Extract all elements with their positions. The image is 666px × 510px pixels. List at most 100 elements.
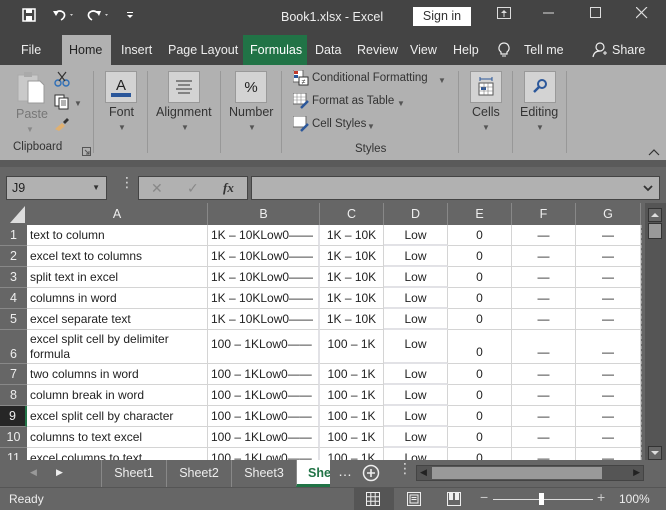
row-header[interactable]: 8: [0, 385, 27, 406]
page-break-view-icon[interactable]: [447, 492, 461, 509]
cell-a7[interactable]: two columns in word: [27, 364, 208, 385]
zoom-slider-thumb[interactable]: [539, 493, 544, 505]
save-icon[interactable]: [22, 8, 36, 25]
cell-e8[interactable]: 0: [448, 385, 512, 406]
cell-b8[interactable]: 100 – 1KLow0——: [208, 385, 320, 406]
cell-d3[interactable]: Low: [384, 267, 448, 288]
cell-g3[interactable]: —: [576, 267, 641, 288]
cell-d11[interactable]: Low: [384, 448, 448, 460]
cell-d8[interactable]: Low: [384, 385, 448, 406]
vertical-scroll-thumb[interactable]: [648, 223, 662, 239]
cell-f9[interactable]: —: [512, 406, 576, 427]
split-handle-icon[interactable]: ⋮: [398, 461, 412, 475]
cell-d10[interactable]: Low: [384, 427, 448, 448]
tab-data[interactable]: Data: [308, 35, 348, 65]
cell-a2[interactable]: excel text to columns: [27, 246, 208, 267]
scroll-left-button[interactable]: ◀: [420, 467, 427, 478]
cell-a1[interactable]: text to column: [27, 225, 208, 246]
cells-button-icon[interactable]: [470, 71, 502, 103]
expand-formula-bar-icon[interactable]: [643, 181, 653, 195]
cell-a4[interactable]: columns in word: [27, 288, 208, 309]
sheet-tab-3[interactable]: Sheet3: [231, 460, 296, 487]
cell-f6[interactable]: —: [512, 330, 576, 364]
cell-d4[interactable]: Low: [384, 288, 448, 309]
cell-b6[interactable]: 100 – 1KLow0——: [208, 330, 320, 364]
tab-page-layout[interactable]: Page Layout: [161, 35, 245, 65]
column-header-c[interactable]: C: [320, 203, 384, 225]
row-header[interactable]: 4: [0, 288, 27, 309]
cell-e4[interactable]: 0: [448, 288, 512, 309]
cell-g7[interactable]: —: [576, 364, 641, 385]
collapse-ribbon-icon[interactable]: [648, 145, 660, 159]
cell-e6[interactable]: 0: [448, 330, 512, 364]
cell-f7[interactable]: —: [512, 364, 576, 385]
next-sheet-icon[interactable]: ▶: [56, 467, 63, 478]
copy-dropdown-icon[interactable]: ▼: [74, 99, 82, 108]
cell-b11[interactable]: 100 – 1KLow0——: [208, 448, 320, 460]
enter-checkmark-icon[interactable]: ✓: [187, 180, 199, 197]
zoom-level[interactable]: 100%: [619, 492, 650, 506]
sheet-tab-2[interactable]: Sheet2: [166, 460, 231, 487]
alignment-group-label[interactable]: Alignment: [156, 105, 212, 119]
maximize-icon[interactable]: [590, 6, 602, 22]
cell-b9[interactable]: 100 – 1KLow0——: [208, 406, 320, 427]
sheet-tab-active[interactable]: She: [296, 460, 330, 487]
font-group-label[interactable]: Font: [109, 105, 134, 119]
cell-d1[interactable]: Low: [384, 225, 448, 246]
cell-f1[interactable]: —: [512, 225, 576, 246]
cell-d2[interactable]: Low: [384, 246, 448, 267]
paste-icon[interactable]: [16, 71, 46, 108]
column-header-e[interactable]: E: [448, 203, 512, 225]
new-sheet-icon[interactable]: [362, 464, 380, 485]
cancel-icon[interactable]: ✕: [151, 180, 163, 197]
cell-c3[interactable]: 1K – 10K: [320, 267, 384, 288]
prev-sheet-icon[interactable]: ◀: [30, 467, 37, 478]
row-header[interactable]: 1: [0, 225, 27, 246]
cell-b4[interactable]: 1K – 10KLow0——: [208, 288, 320, 309]
alignment-dropdown-icon[interactable]: ▼: [181, 123, 189, 132]
column-header-a[interactable]: A: [27, 203, 208, 225]
cell-a9[interactable]: excel split cell by character: [27, 406, 208, 427]
cell-f5[interactable]: —: [512, 309, 576, 330]
tab-file[interactable]: File: [14, 35, 48, 65]
cell-b3[interactable]: 1K – 10KLow0——: [208, 267, 320, 288]
alignment-button-icon[interactable]: [168, 71, 200, 103]
cell-c8[interactable]: 100 – 1K: [320, 385, 384, 406]
cell-g6[interactable]: —: [576, 330, 641, 364]
name-box-dropdown-icon[interactable]: ▼: [92, 177, 100, 199]
editing-dropdown-icon[interactable]: ▼: [536, 123, 544, 132]
page-layout-view-icon[interactable]: [407, 492, 421, 509]
number-format-button-icon[interactable]: %: [235, 71, 267, 103]
cell-c4[interactable]: 1K – 10K: [320, 288, 384, 309]
cell-e11[interactable]: 0: [448, 448, 512, 460]
cell-b7[interactable]: 100 – 1KLow0——: [208, 364, 320, 385]
tab-formulas[interactable]: Formulas: [243, 35, 307, 65]
cell-a5[interactable]: excel separate text: [27, 309, 208, 330]
zoom-in-icon[interactable]: +: [597, 489, 605, 505]
cell-styles-dropdown-icon[interactable]: ▼: [367, 122, 375, 131]
cell-styles-icon[interactable]: [292, 115, 309, 135]
scroll-up-button[interactable]: [648, 208, 662, 222]
column-header-f[interactable]: F: [512, 203, 576, 225]
row-header[interactable]: 10: [0, 427, 27, 448]
undo-icon[interactable]: [52, 8, 76, 25]
sheet-tab-1[interactable]: Sheet1: [101, 460, 166, 487]
cell-d7[interactable]: Low: [384, 364, 448, 385]
cell-e5[interactable]: 0: [448, 309, 512, 330]
horizontal-scrollbar[interactable]: ◀ ▶: [416, 465, 644, 481]
cell-f3[interactable]: —: [512, 267, 576, 288]
cell-c10[interactable]: 100 – 1K: [320, 427, 384, 448]
cell-e2[interactable]: 0: [448, 246, 512, 267]
formula-input[interactable]: [251, 176, 660, 200]
cell-b2[interactable]: 1K – 10KLow0——: [208, 246, 320, 267]
conditional-formatting-icon[interactable]: ≠: [292, 69, 309, 89]
scroll-right-button[interactable]: ▶: [633, 467, 640, 478]
cell-f11[interactable]: —: [512, 448, 576, 460]
cell-c11[interactable]: 100 – 1K: [320, 448, 384, 460]
column-header-d[interactable]: D: [384, 203, 448, 225]
cell-e10[interactable]: 0: [448, 427, 512, 448]
close-icon[interactable]: [635, 6, 648, 22]
paste-label[interactable]: Paste: [16, 107, 48, 121]
conditional-formatting-dropdown-icon[interactable]: ▼: [438, 76, 446, 85]
row-header[interactable]: 3: [0, 267, 27, 288]
